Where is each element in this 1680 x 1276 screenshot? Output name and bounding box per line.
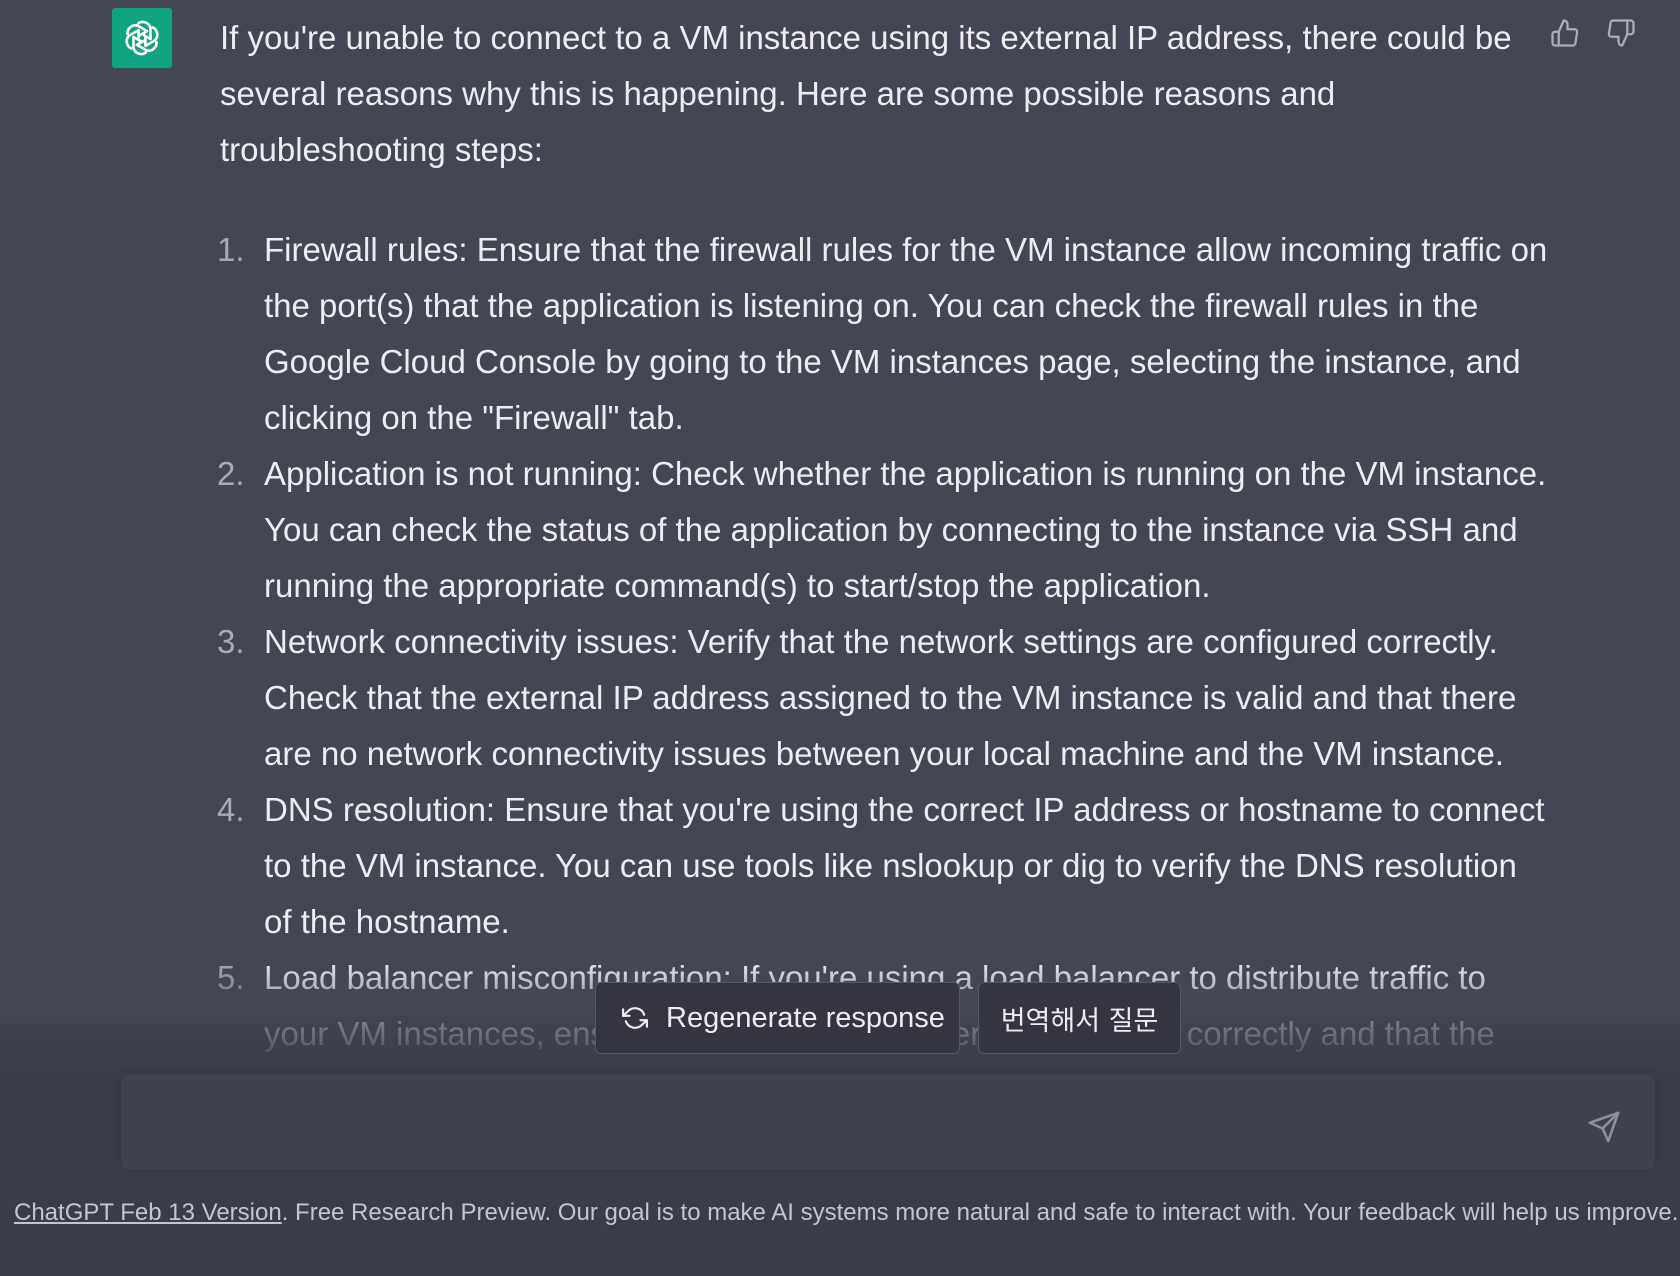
list-item: 1. Firewall rules: Ensure that the firew… [217,222,1550,446]
footer-disclaimer: ChatGPT Feb 13 Version. Free Research Pr… [14,1196,1680,1230]
troubleshooting-list: 1. Firewall rules: Ensure that the firew… [217,222,1550,1070]
message-input[interactable] [142,1101,1546,1149]
list-item-text: Network connectivity issues: Verify that… [264,623,1517,772]
thumbs-up-icon [1551,19,1579,47]
list-item: 3. Network connectivity issues: Verify t… [217,614,1550,782]
translate-question-button[interactable]: 번역해서 질문 [978,982,1181,1054]
thumbs-up-button[interactable] [1548,16,1582,50]
list-item-text: DNS resolution: Ensure that you're using… [264,791,1545,940]
assistant-answer: If you're unable to connect to a VM inst… [217,10,1550,1070]
translate-label: 번역해서 질문 [1000,1005,1159,1037]
list-item-number: 2. [217,455,245,492]
list-item-number: 4. [217,791,245,828]
list-item-number: 5. [217,959,245,996]
openai-logo-icon [125,20,159,56]
thumbs-down-button[interactable] [1604,16,1638,50]
list-item: 4. DNS resolution: Ensure that you're us… [217,782,1550,950]
answer-intro: If you're unable to connect to a VM inst… [220,19,1512,168]
list-item-number: 1. [217,231,245,268]
paper-plane-icon [1588,1111,1620,1143]
assistant-avatar [112,8,172,68]
refresh-icon [618,1001,652,1035]
list-item-text: Application is not running: Check whethe… [264,455,1547,604]
regenerate-label: Regenerate response [666,1001,945,1034]
message-input-box [121,1074,1655,1170]
send-button[interactable] [1582,1105,1626,1149]
footer-text: . Free Research Preview. Our goal is to … [281,1199,1679,1226]
list-item-number: 3. [217,623,245,660]
list-item: 2. Application is not running: Check whe… [217,446,1550,614]
version-link[interactable]: ChatGPT Feb 13 Version [14,1199,282,1226]
regenerate-response-button[interactable]: Regenerate response [595,982,960,1054]
thumbs-down-icon [1607,19,1635,47]
assistant-message: If you're unable to connect to a VM inst… [0,0,1680,1070]
list-item-text: Firewall rules: Ensure that the firewall… [264,231,1548,436]
